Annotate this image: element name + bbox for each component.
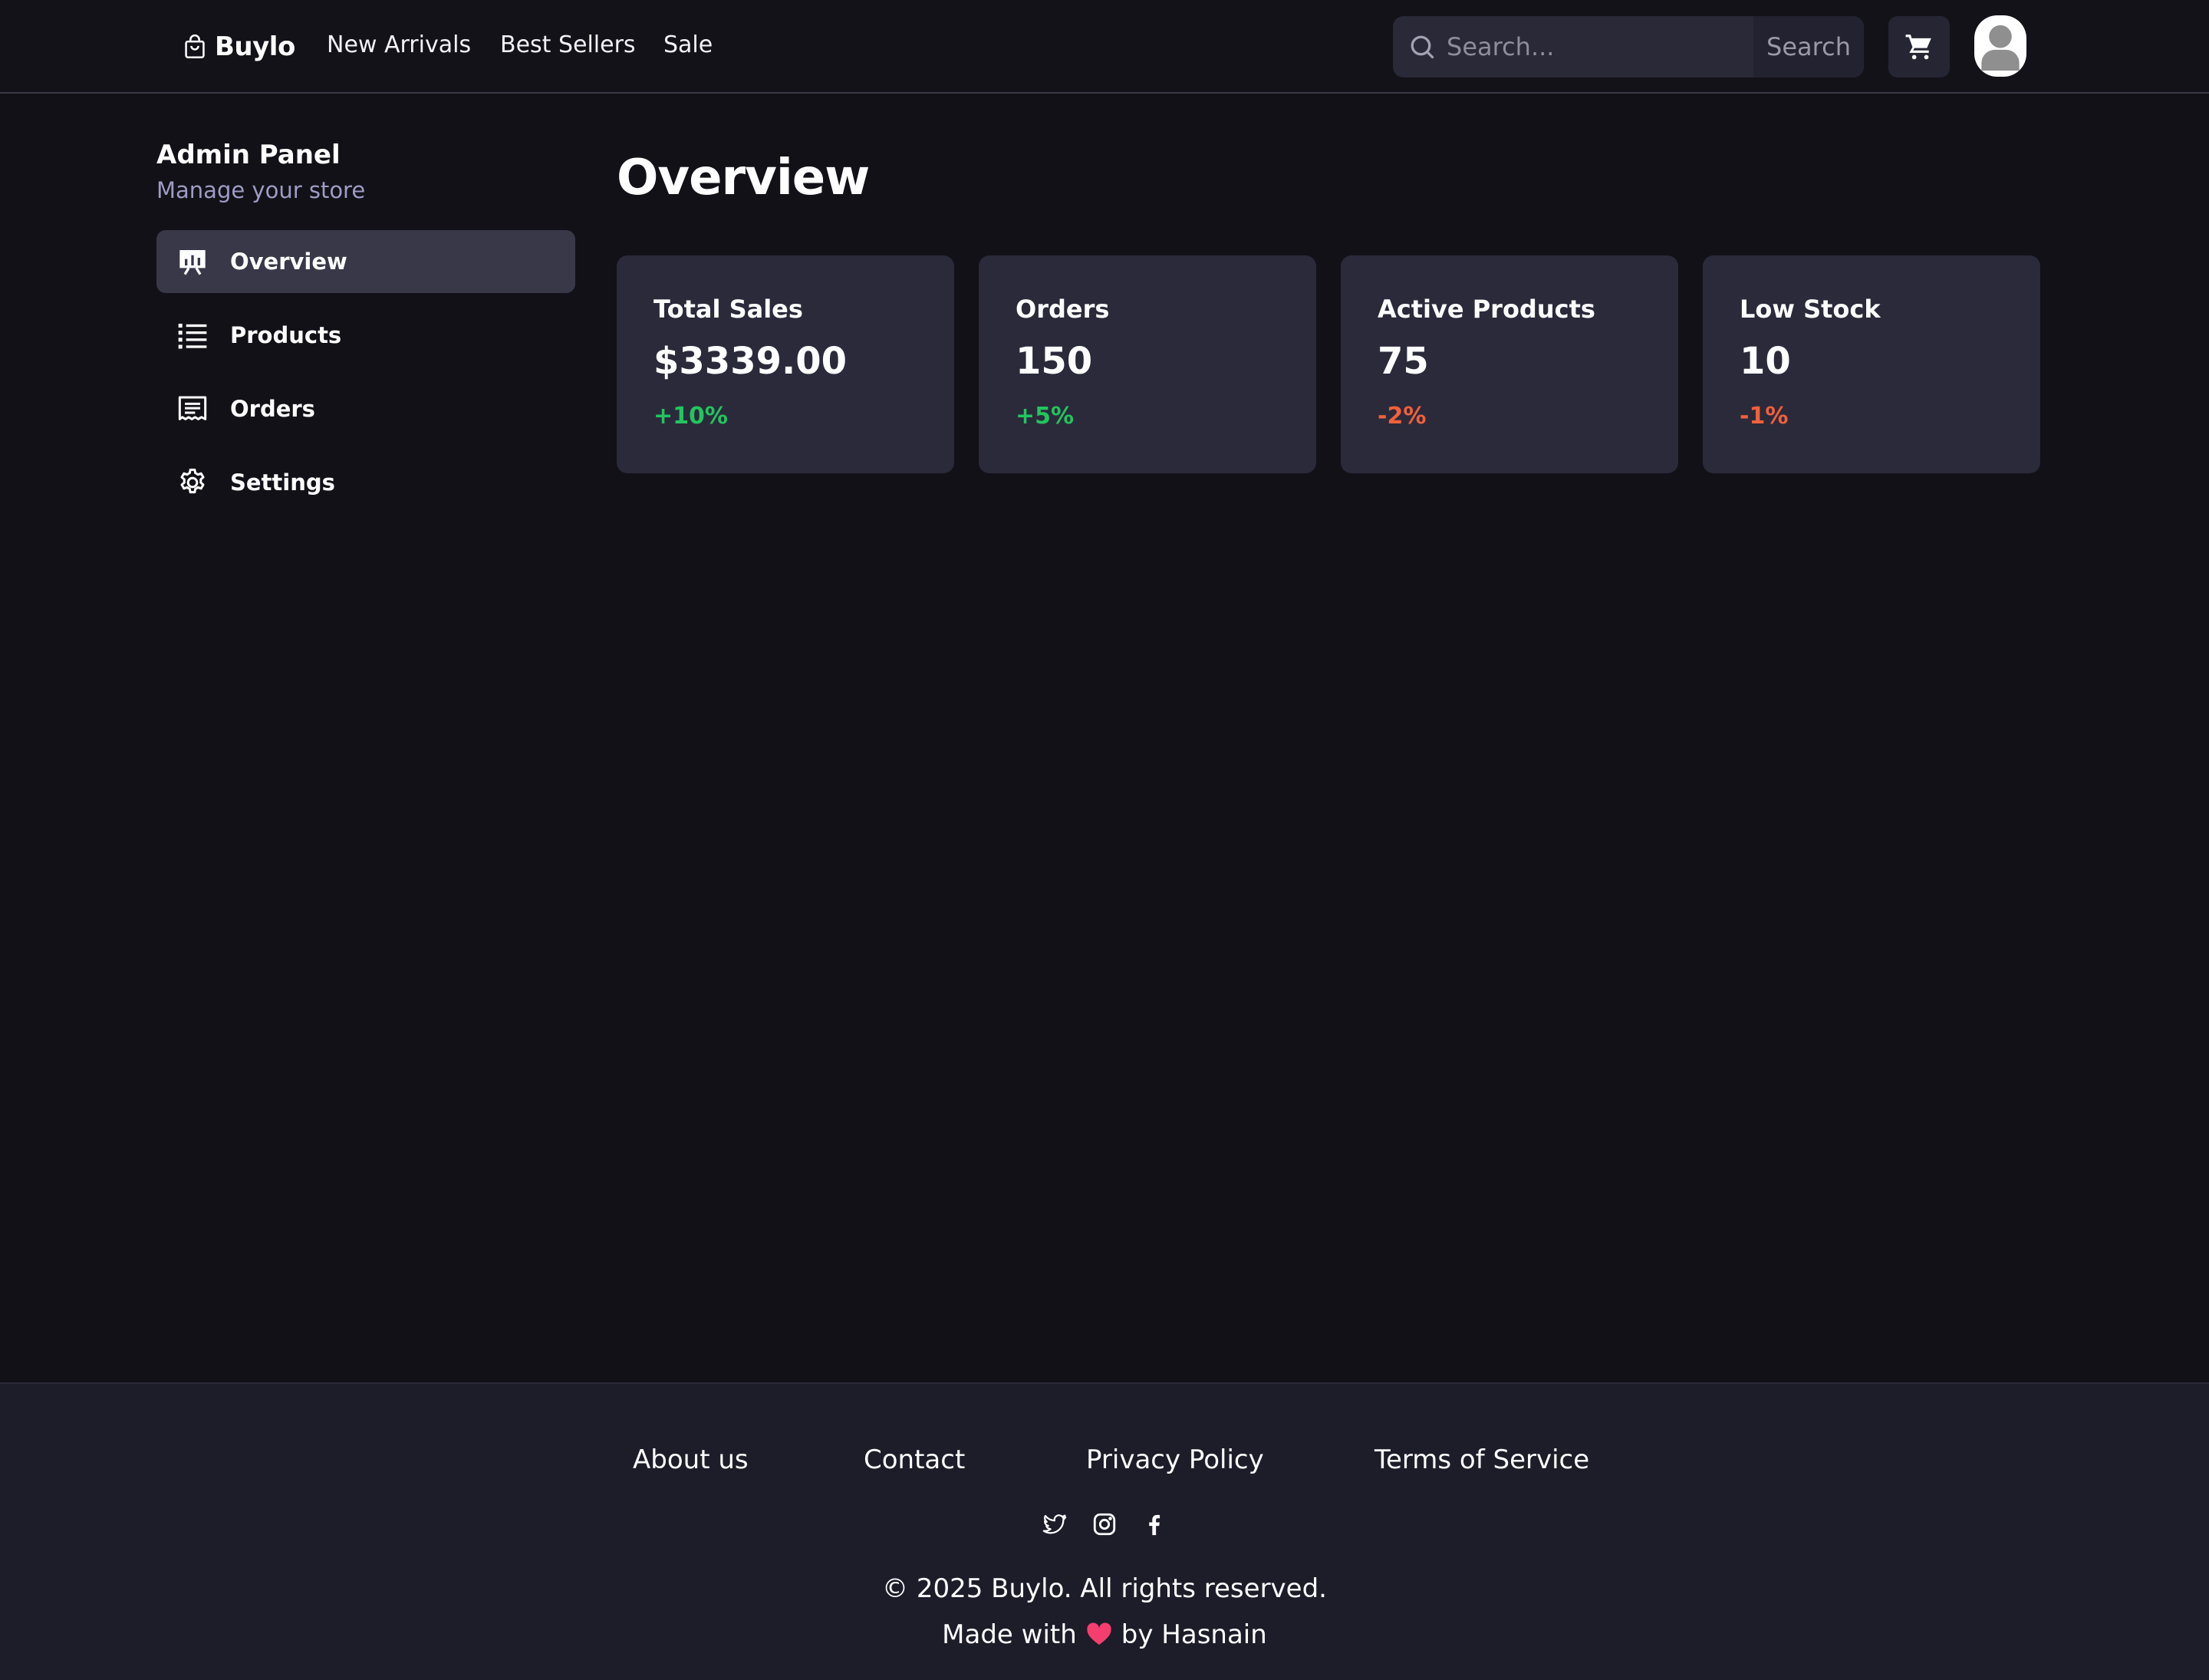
- instagram-icon[interactable]: [1091, 1511, 1118, 1537]
- search-icon: [1411, 35, 1434, 59]
- made-with-suffix: by Hasnain: [1121, 1619, 1267, 1650]
- heart-icon: [1087, 1622, 1111, 1645]
- stat-title: Orders: [1016, 295, 1110, 324]
- nav-best-sellers[interactable]: Best Sellers: [500, 29, 636, 61]
- facebook-icon[interactable]: [1141, 1511, 1167, 1537]
- stat-value: 150: [1016, 340, 1093, 383]
- stat-value: $3339.00: [653, 340, 848, 383]
- stat-value: 75: [1378, 340, 1429, 383]
- search-button[interactable]: Search: [1753, 16, 1864, 77]
- sidebar-item-orders[interactable]: Orders: [156, 377, 575, 440]
- user-avatar[interactable]: [1974, 15, 2026, 77]
- brand-name: Buylo: [215, 31, 295, 62]
- sidebar-item-products[interactable]: Products: [156, 304, 575, 367]
- nav-new-arrivals[interactable]: New Arrivals: [327, 29, 471, 61]
- made-with-line: Made with by Hasnain: [0, 1617, 2209, 1652]
- stat-change: -2%: [1378, 403, 1427, 430]
- shopping-cart-icon: [1905, 35, 1931, 60]
- brand-logo-link[interactable]: Buylo: [184, 28, 295, 66]
- sidebar-item-settings[interactable]: Settings: [156, 451, 575, 514]
- search-bar: Search: [1393, 16, 1864, 77]
- search-input[interactable]: [1447, 16, 1753, 77]
- stat-title: Active Products: [1378, 295, 1595, 324]
- footer-link-terms[interactable]: Terms of Service: [1374, 1442, 1589, 1477]
- copyright-text: © 2025 Buylo. All rights reserved.: [882, 1573, 1327, 1604]
- footer-link-privacy[interactable]: Privacy Policy: [1086, 1442, 1264, 1477]
- stat-card-orders: Orders 150 +5%: [979, 255, 1316, 473]
- made-with-prefix: Made with: [942, 1619, 1077, 1650]
- nav-sale[interactable]: Sale: [663, 29, 713, 61]
- sidebar-item-label: Products: [230, 322, 342, 348]
- sidebar-item-label: Orders: [230, 396, 315, 422]
- stat-change: -1%: [1740, 403, 1789, 430]
- sidebar-subtitle: Manage your store: [156, 177, 366, 203]
- stat-card-active-products: Active Products 75 -2%: [1341, 255, 1678, 473]
- stat-change: +5%: [1016, 403, 1075, 430]
- page-title: Overview: [617, 150, 870, 206]
- top-navbar: Buylo New Arrivals Best Sellers Sale Sea…: [0, 0, 2209, 94]
- list-icon: [178, 324, 207, 349]
- stat-card-total-sales: Total Sales $3339.00 +10%: [617, 255, 954, 473]
- sidebar-item-label: Settings: [230, 469, 335, 496]
- sidebar-item-label: Overview: [230, 249, 347, 275]
- footer-link-about[interactable]: About us: [633, 1442, 749, 1477]
- receipt-icon: [178, 396, 207, 420]
- user-icon: [1981, 25, 2020, 71]
- cart-button[interactable]: [1888, 16, 1950, 77]
- sidebar-item-overview[interactable]: Overview: [156, 230, 575, 293]
- twitter-icon[interactable]: [1042, 1511, 1068, 1537]
- stat-value: 10: [1740, 340, 1791, 383]
- stat-title: Total Sales: [653, 295, 803, 324]
- sidebar-title: Admin Panel: [156, 140, 341, 170]
- stat-title: Low Stock: [1740, 295, 1881, 324]
- footer-link-contact[interactable]: Contact: [864, 1442, 965, 1477]
- stat-card-low-stock: Low Stock 10 -1%: [1703, 255, 2040, 473]
- stat-change: +10%: [653, 403, 728, 430]
- shopping-bag-icon: [185, 35, 205, 58]
- site-footer: About us Contact Privacy Policy Terms of…: [0, 1382, 2209, 1680]
- presentation-chart-icon: [179, 250, 206, 275]
- gear-icon: [180, 468, 205, 494]
